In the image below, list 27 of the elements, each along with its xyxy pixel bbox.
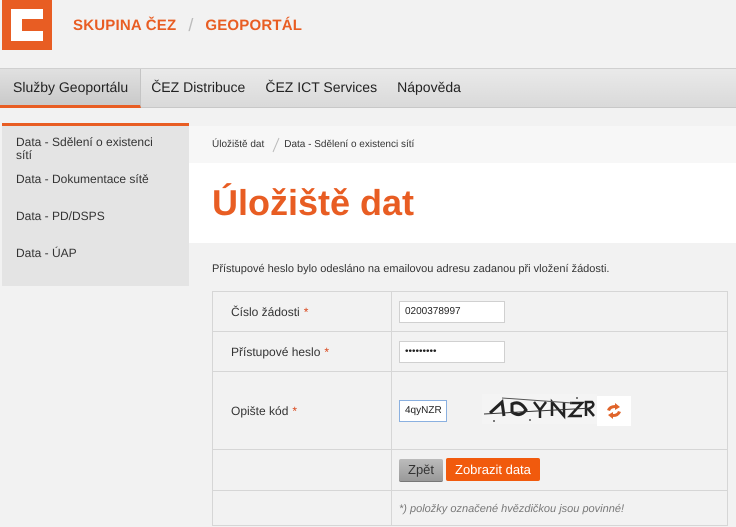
sidebar-item[interactable]: Data - Sdělení o existenci sítí	[2, 136, 189, 162]
sidebar-item[interactable]: Data - PD/DSPS	[2, 210, 189, 236]
sidebar-item[interactable]: Data - ÚAP	[2, 247, 189, 273]
logo-icon	[2, 0, 52, 50]
breadcrumb-link[interactable]: Úložiště dat	[212, 139, 264, 150]
required-mark: *	[304, 304, 308, 318]
refresh-icon[interactable]	[605, 402, 623, 418]
nav-tab[interactable]: Služby Geoportálu	[0, 69, 142, 108]
required-mark: *	[292, 404, 298, 418]
page-title: Úložiště dat	[212, 182, 414, 224]
sidebar-item[interactable]: Data - Dokumentace sítě	[2, 173, 189, 199]
captcha-field[interactable]: 4qyNZR	[399, 400, 447, 422]
separator: /	[188, 14, 194, 36]
required-mark: *	[324, 344, 330, 358]
breadcrumb-link[interactable]: Data - Sdělení o existenci sítí	[284, 139, 414, 150]
field-label: Opište kód	[231, 404, 288, 418]
field-label: Přístupové heslo	[231, 344, 320, 358]
back-button[interactable]: Zpět	[399, 458, 444, 482]
required-note: *) položky označené hvězdičkou jsou povinné!	[399, 503, 624, 515]
input-field[interactable]: •••••••••	[399, 340, 505, 362]
info-message: Přístupové heslo bylo odesláno na emailovou adresu zadanou při vložení žádosti.	[212, 263, 610, 275]
nav-tab[interactable]: ČEZ Distribuce	[141, 69, 256, 108]
nav-tab[interactable]: Nápověda	[387, 69, 471, 108]
input-field[interactable]: 0200378997	[399, 300, 505, 322]
nav-tab[interactable]: ČEZ ICT Services	[255, 69, 388, 108]
field-label: Číslo žádosti	[231, 304, 300, 318]
breadcrumb-separator-icon	[272, 136, 280, 152]
